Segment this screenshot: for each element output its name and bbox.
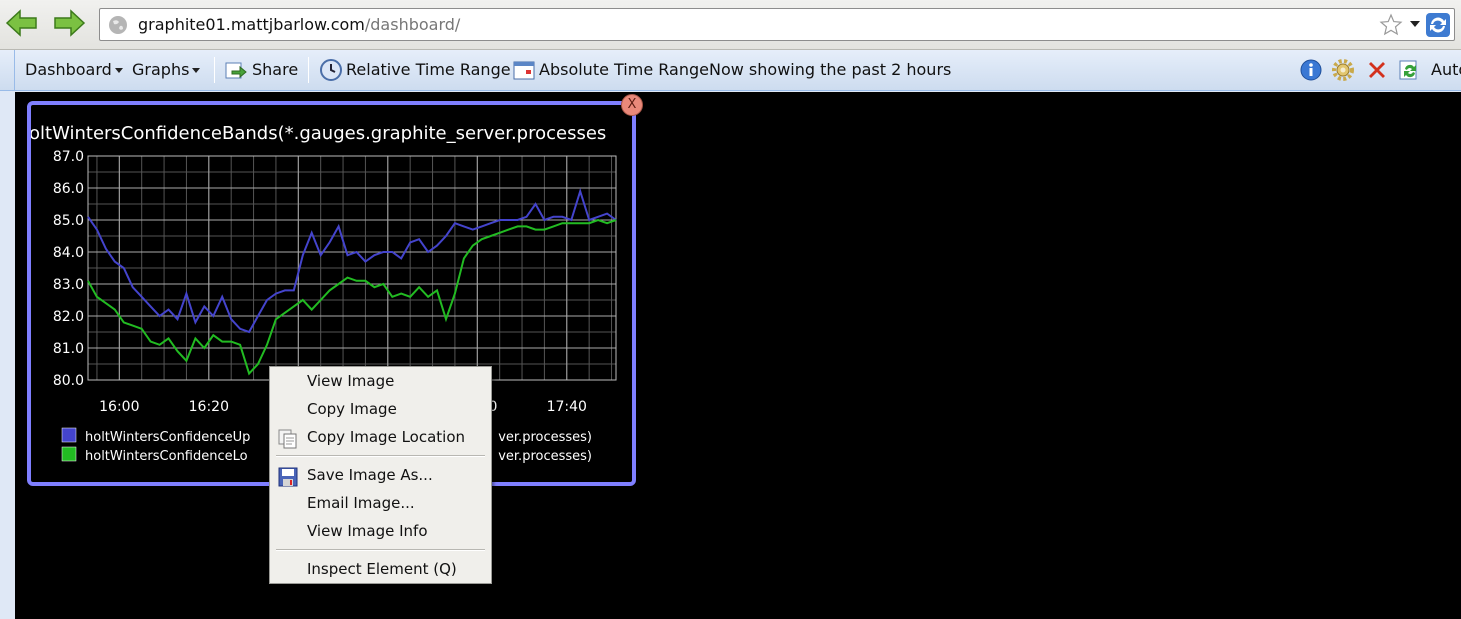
- menu-separator: [276, 549, 485, 551]
- back-arrow-icon[interactable]: [5, 8, 39, 38]
- menu-item-label: Copy Image: [307, 400, 397, 418]
- chart-title: oltWintersConfidenceBands(*.gauges.graph…: [31, 123, 606, 144]
- y-tick-label: 86.0: [53, 181, 84, 197]
- remove-graph-button[interactable]: X: [621, 94, 643, 116]
- legend-swatch-1: [61, 446, 77, 462]
- menu-item-inspect-element[interactable]: Inspect Element (Q): [270, 556, 491, 584]
- y-tick-label: 82.0: [53, 309, 84, 325]
- toolbar-separator: [214, 57, 215, 83]
- dashboard-menu-button[interactable]: Dashboard: [25, 60, 123, 82]
- relative-time-range-button[interactable]: Relative Time Range: [346, 60, 511, 82]
- x-tick-label: 16:00: [99, 399, 139, 415]
- reload-icon[interactable]: [1425, 12, 1451, 38]
- dashboard-toolbar: Dashboard Graphs Share Relative Time Ran…: [0, 50, 1461, 91]
- menu-separator: [276, 455, 485, 457]
- info-icon[interactable]: [1299, 58, 1323, 82]
- auto-refresh-button[interactable]: Auto: [1431, 60, 1461, 82]
- y-tick-label: 85.0: [53, 213, 84, 229]
- copy-icon: [278, 429, 297, 449]
- menu-item-view-image[interactable]: View Image: [270, 368, 491, 396]
- y-tick-label: 87.0: [53, 149, 84, 165]
- menu-item-label: View Image Info: [307, 522, 428, 540]
- legend-suffix-0: ver.processes): [498, 430, 592, 445]
- legend-swatch-0: [61, 427, 77, 443]
- legend-label-1: holtWintersConfidenceLo: [85, 449, 248, 464]
- clock-icon[interactable]: [319, 58, 343, 82]
- toolbar-separator: [308, 57, 309, 83]
- forward-arrow-icon[interactable]: [52, 8, 86, 38]
- graphs-menu-button[interactable]: Graphs: [132, 60, 201, 82]
- url-host: graphite01.mattjbarlow.com: [138, 15, 365, 34]
- bookmark-star-icon[interactable]: [1379, 13, 1403, 37]
- menu-item-label: Email Image...: [307, 494, 415, 512]
- url-path: /dashboard/: [364, 15, 461, 34]
- x-tick-label: 17:40: [547, 399, 587, 415]
- menu-item-email-image[interactable]: Email Image...: [270, 490, 491, 518]
- dashboard-canvas: oltWintersConfidenceBands(*.gauges.graph…: [15, 92, 1461, 619]
- browser-navigation-bar: graphite01.mattjbarlow.com/dashboard/: [0, 0, 1461, 50]
- time-range-status: Now showing the past 2 hours: [709, 60, 952, 79]
- url-text[interactable]: graphite01.mattjbarlow.com/dashboard/: [138, 15, 460, 34]
- y-tick-label: 81.0: [53, 341, 84, 357]
- toolbar-inner: Dashboard Graphs Share Relative Time Ran…: [14, 50, 1461, 91]
- menu-item-copy-image-location[interactable]: Copy Image Location: [270, 424, 491, 452]
- legend-label-0: holtWintersConfidenceUp: [85, 430, 250, 445]
- share-button[interactable]: Share: [252, 60, 298, 82]
- menu-item-label: View Image: [307, 372, 395, 390]
- y-tick-label: 83.0: [53, 277, 84, 293]
- auto-refresh-icon[interactable]: [1397, 58, 1421, 82]
- menu-item-label: Save Image As...: [307, 466, 433, 484]
- absolute-time-range-button[interactable]: Absolute Time Range: [539, 60, 709, 82]
- series-line-0: [87, 187, 617, 334]
- chevron-down-icon: [192, 68, 201, 73]
- share-icon[interactable]: [224, 58, 248, 82]
- menu-item-copy-image[interactable]: Copy Image: [270, 396, 491, 424]
- save-icon: [278, 467, 298, 487]
- menu-item-label: Copy Image Location: [307, 428, 466, 446]
- close-icon[interactable]: [1365, 58, 1389, 82]
- legend-suffix-1: ver.processes): [498, 449, 592, 464]
- context-menu: View Image Copy Image Copy Image Locatio…: [269, 366, 492, 584]
- graphs-menu-label: Graphs: [132, 60, 190, 79]
- calendar-icon[interactable]: [512, 58, 536, 82]
- y-tick-label: 84.0: [53, 245, 84, 261]
- series-line-1: [87, 218, 617, 376]
- address-bar[interactable]: graphite01.mattjbarlow.com/dashboard/: [99, 8, 1455, 41]
- gear-icon[interactable]: [1331, 58, 1355, 82]
- chevron-down-icon: [114, 68, 123, 73]
- menu-item-label: Inspect Element (Q): [307, 560, 457, 578]
- menu-item-save-image-as[interactable]: Save Image As...: [270, 462, 491, 490]
- y-tick-label: 80.0: [53, 373, 84, 389]
- url-history-dropdown-icon[interactable]: [1410, 21, 1420, 27]
- globe-icon: [109, 16, 127, 34]
- x-tick-label: 16:20: [189, 399, 229, 415]
- dashboard-menu-label: Dashboard: [25, 60, 112, 79]
- menu-item-view-image-info[interactable]: View Image Info: [270, 518, 491, 546]
